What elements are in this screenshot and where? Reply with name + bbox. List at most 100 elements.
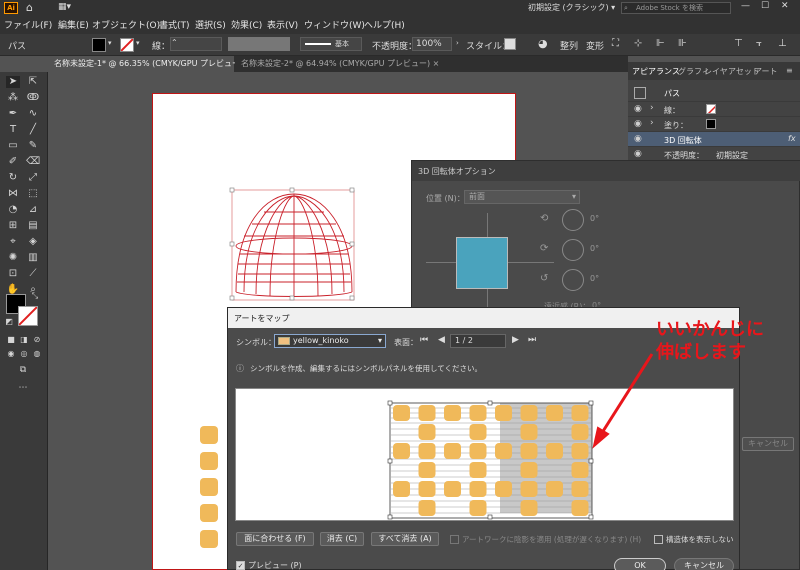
opacity-dropdown-icon[interactable]: › (456, 39, 459, 47)
default-colors-icon[interactable]: ◩ (2, 316, 16, 328)
menu-help[interactable]: ヘルプ(H) (364, 18, 405, 31)
paintbrush-icon[interactable]: ✎ (26, 140, 40, 152)
row-label[interactable]: 3D 回転体 (664, 135, 702, 146)
stock-search[interactable]: ⌕ Adobe Stock を検索 (621, 2, 731, 14)
ok-button[interactable]: OK (614, 558, 666, 570)
width-tool-icon[interactable]: ⋈ (6, 188, 20, 200)
stroke-color-box[interactable] (18, 306, 38, 326)
maximize-icon[interactable]: ☐ (761, 1, 769, 11)
y-angle-dial[interactable] (562, 239, 584, 261)
selection-tool-icon[interactable]: ➤ (6, 76, 20, 88)
menu-view[interactable]: 表示(V) (267, 18, 298, 31)
shape-builder-icon[interactable]: ◔ (6, 204, 20, 216)
opacity-field[interactable]: 100% (412, 37, 452, 51)
screen-mode-icon[interactable]: ⧉ (16, 364, 30, 376)
preview-checkbox[interactable]: ✓ (236, 561, 245, 570)
draw-inside-icon[interactable]: ◍ (30, 348, 44, 360)
isolate-icon[interactable]: ⛶ (612, 38, 619, 49)
workspace-switcher[interactable]: 初期設定 (クラシック) ▾ (528, 2, 615, 13)
eye-icon[interactable]: ◉ (634, 104, 642, 114)
align-middle-icon[interactable]: ⫟ (756, 38, 762, 49)
invisible-geometry-checkbox[interactable] (654, 535, 663, 544)
menu-type[interactable]: 書式(T) (159, 18, 190, 31)
stroke-swatch[interactable] (120, 38, 134, 52)
close-tab-icon[interactable]: × (433, 59, 440, 68)
tab-artboards[interactable]: アート (754, 66, 778, 77)
menu-select[interactable]: 選択(S) (195, 18, 226, 31)
menu-edit[interactable]: 編集(E) (58, 18, 89, 31)
scale-tool-icon[interactable]: ⤢ (26, 172, 40, 184)
y-angle-field[interactable]: 0° (590, 244, 599, 253)
previous-surface-icon[interactable]: ◀ (438, 335, 445, 345)
menu-object[interactable]: オブジェクト(O) (92, 18, 160, 31)
fit-to-surface-button[interactable]: 面に合わせる (F) (236, 532, 314, 546)
appearance-row-stroke[interactable]: ◉ › 線： (628, 102, 800, 117)
magic-wand-icon[interactable]: ⁂ (6, 92, 20, 104)
recolor-icon[interactable]: ◕ (538, 37, 548, 50)
eye-icon[interactable]: ◉ (634, 134, 642, 144)
surface-field[interactable]: 1 / 2 (450, 334, 506, 348)
artboard-tool-icon[interactable]: ⊡ (6, 268, 20, 280)
z-angle-dial[interactable] (562, 269, 584, 291)
mushroom-3d-wireframe[interactable] (226, 184, 364, 304)
fx-icon[interactable]: fx (788, 134, 796, 143)
revolve-cancel-button[interactable]: キャンセル (742, 437, 794, 451)
z-angle-field[interactable]: 0° (590, 274, 599, 283)
fill-swatch[interactable] (92, 38, 106, 52)
appearance-row-3d-revolve[interactable]: ◉ 3D 回転体 fx (628, 132, 800, 147)
line-tool-icon[interactable]: ╱ (26, 124, 40, 136)
selection-handles[interactable] (229, 187, 355, 301)
tab-document-1[interactable]: 名称未設定-1* @ 66.35% (CMYK/GPU プレビュー) × (48, 56, 252, 72)
stroke-none-swatch[interactable] (706, 104, 716, 114)
edit-toolbar-icon[interactable]: ⋯ (16, 382, 30, 394)
clear-all-button[interactable]: すべて消去 (A) (371, 532, 439, 546)
align-center-icon[interactable]: ⊪ (678, 38, 687, 49)
expand-arrow-icon[interactable]: › (650, 103, 654, 113)
align-bottom-icon[interactable]: ⊥ (778, 38, 787, 49)
first-surface-icon[interactable]: ⏮ (420, 335, 428, 345)
transform-link[interactable]: 変形 (586, 39, 604, 52)
graphic-style-swatch[interactable] (504, 38, 516, 50)
next-surface-icon[interactable]: ▶ (512, 335, 519, 345)
swap-colors-icon[interactable]: ⤡ (28, 290, 42, 302)
eyedropper-icon[interactable]: ⌖ (6, 236, 20, 248)
rotate-tool-icon[interactable]: ↻ (6, 172, 20, 184)
align-top-icon[interactable]: ⊤ (734, 38, 743, 49)
expand-arrow-icon[interactable]: › (650, 118, 654, 128)
column-graph-icon[interactable]: ▥ (26, 252, 40, 264)
stroke-weight-stepper[interactable]: ⌃ (170, 37, 222, 51)
direct-selection-tool-icon[interactable]: ⇱ (26, 76, 40, 88)
brush-definition[interactable]: 基本 (300, 37, 362, 51)
symbol-sprayer-icon[interactable]: ✺ (6, 252, 20, 264)
minimize-icon[interactable]: — (741, 1, 750, 11)
blend-tool-icon[interactable]: ◈ (26, 236, 40, 248)
shade-artwork-checkbox[interactable] (450, 535, 459, 544)
gradient-mode-icon[interactable]: ◨ (17, 334, 31, 346)
eye-icon[interactable]: ◉ (634, 119, 642, 129)
position-select[interactable]: 前面 ▾ (464, 190, 580, 204)
curvature-tool-icon[interactable]: ∿ (26, 108, 40, 120)
panel-menu-icon[interactable]: ≡ (786, 66, 793, 75)
type-tool-icon[interactable]: T (6, 124, 20, 136)
eraser-icon[interactable]: ⌫ (26, 156, 40, 168)
fill-black-swatch[interactable] (706, 119, 716, 129)
align-left-icon[interactable]: ⊩ (656, 38, 665, 49)
home-icon[interactable]: ⌂ (26, 1, 33, 14)
lasso-icon[interactable]: ↂ (26, 92, 40, 104)
tab-document-2[interactable]: 名称未設定-2* @ 64.94% (CMYK/GPU プレビュー) × (235, 56, 439, 72)
fill-dropdown-icon[interactable]: ▾ (108, 39, 112, 47)
align-options-icon[interactable]: ⊹ (634, 38, 642, 49)
cancel-button[interactable]: キャンセル (674, 558, 734, 570)
menu-effect[interactable]: 効果(C) (231, 18, 262, 31)
slice-tool-icon[interactable]: ⟋ (26, 268, 40, 280)
mesh-tool-icon[interactable]: ⊞ (6, 220, 20, 232)
symbol-select[interactable]: yellow_kinoko ▾ (274, 334, 386, 348)
appearance-row-fill[interactable]: ◉ › 塗り： (628, 117, 800, 132)
x-angle-field[interactable]: 0° (590, 214, 599, 223)
layout-icon[interactable]: ▦▾ (58, 2, 71, 12)
clear-button[interactable]: 消去 (C) (320, 532, 364, 546)
stroke-dropdown-icon[interactable]: ▾ (136, 39, 140, 47)
variable-width-profile[interactable] (228, 37, 290, 51)
cube-face[interactable] (456, 237, 508, 289)
rectangle-tool-icon[interactable]: ▭ (6, 140, 20, 152)
